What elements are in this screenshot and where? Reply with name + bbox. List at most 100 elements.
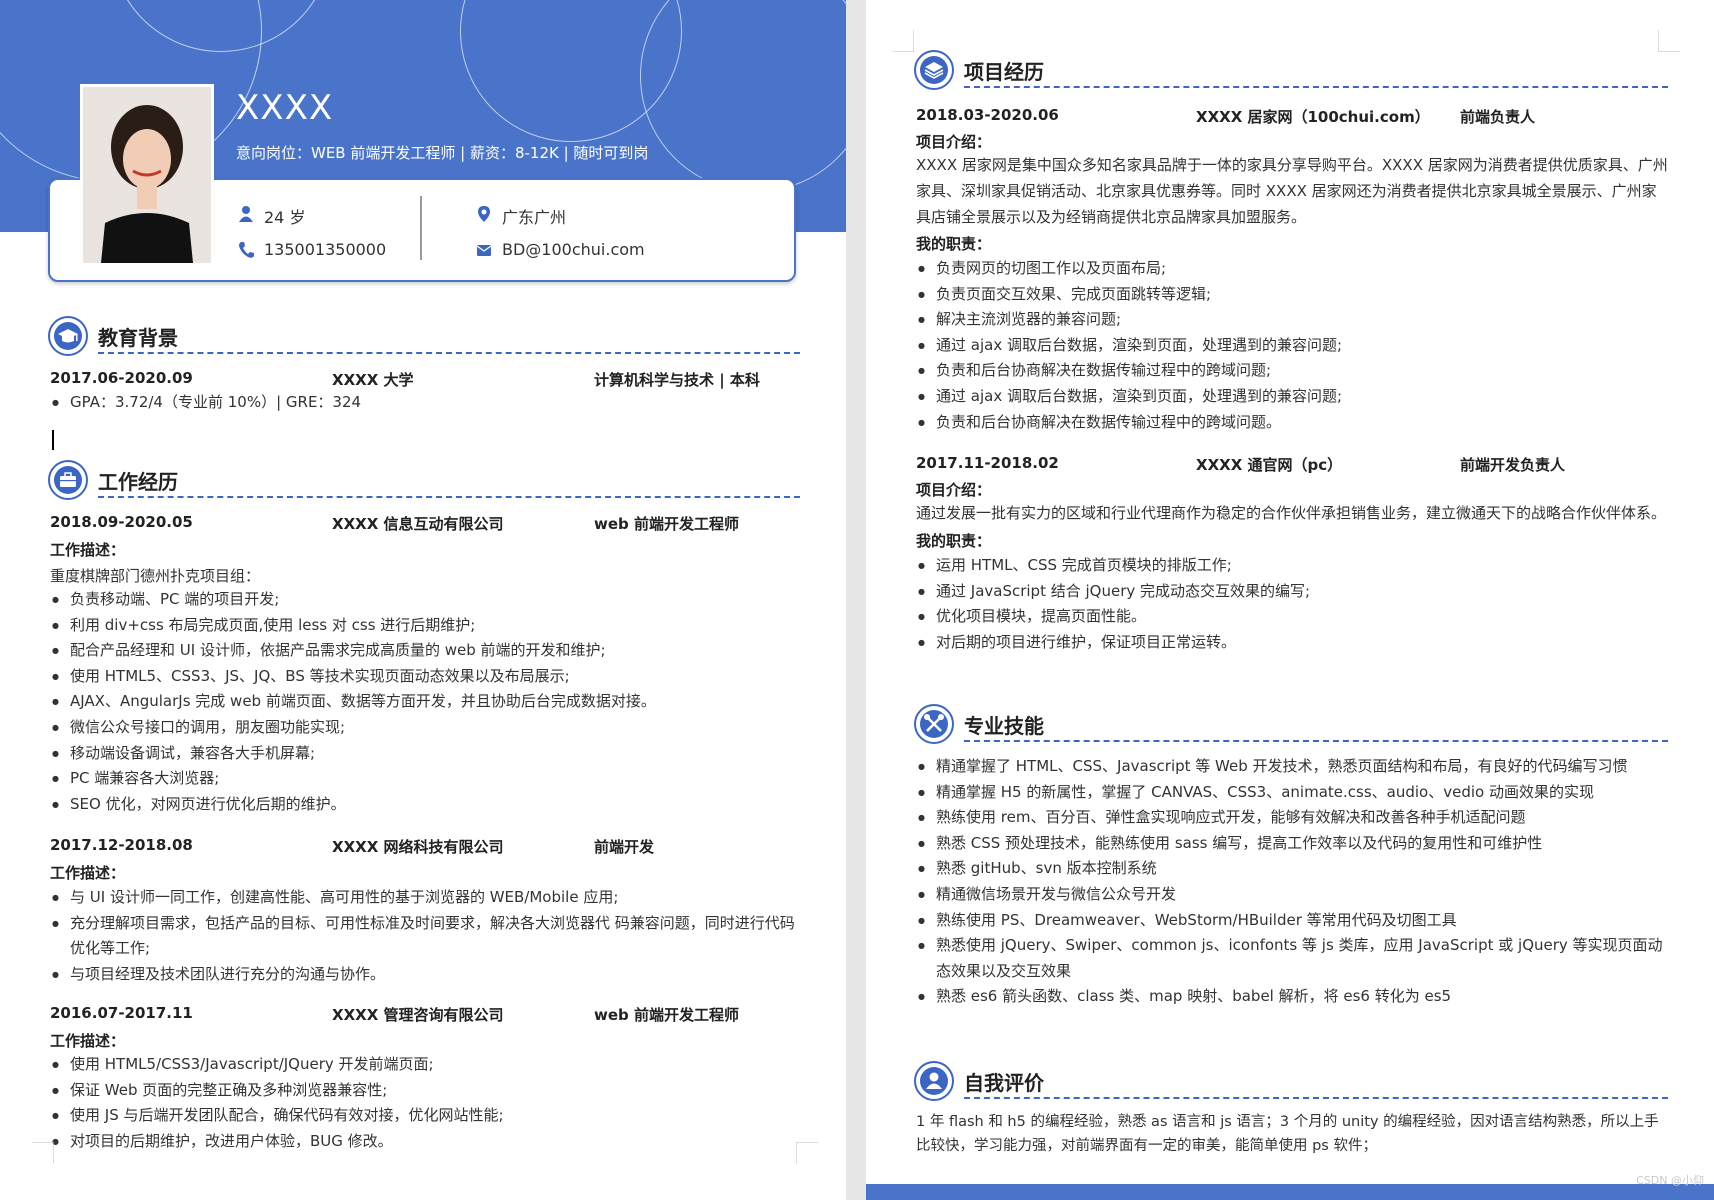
list-item: SEO 优化，对网页进行优化后期的维护。: [50, 792, 810, 818]
section-divider: [98, 352, 800, 354]
graduation-cap-icon: [48, 316, 88, 356]
job-desc-label: 工作描述：: [50, 864, 126, 882]
job-intro: 重度棋牌部门德州扑克项目组：: [50, 567, 261, 585]
edu-details: GPA：3.72/4（专业前 10%）| GRE：324: [50, 390, 800, 416]
layers-icon: [914, 50, 954, 90]
list-item: 负责和后台协商解决在数据传输过程中的跨域问题;: [916, 358, 1668, 384]
list-item: 精通掌握了 HTML、CSS、Javascript 等 Web 开发技术，熟悉页…: [916, 754, 1668, 780]
footer-bar: [866, 1184, 1714, 1200]
list-item: 微信公众号接口的调用，朋友圈功能实现;: [50, 715, 810, 741]
page-corner-mark: [32, 1142, 54, 1164]
profile-photo: [80, 84, 214, 266]
project-intro: 通过发展一批有实力的区域和行业代理商作为稳定的合作伙伴承担销售业务，建立微通天下…: [916, 504, 1667, 522]
email-text: BD@100chui.com: [502, 240, 645, 259]
briefcase-icon: [48, 460, 88, 500]
list-item: GPA：3.72/4（专业前 10%）| GRE：324: [50, 390, 800, 416]
project-name: XXXX 通官网（pc）: [1196, 456, 1343, 474]
page-corner-mark: [892, 30, 914, 52]
project-intro-label: 项目介绍：: [916, 481, 992, 499]
skills-title: 专业技能: [964, 714, 1044, 738]
job-duties: 使用 HTML5/CSS3/Javascript/JQuery 开发前端页面; …: [50, 1052, 810, 1154]
user-icon: [914, 1061, 954, 1101]
project-role: 前端负责人: [1460, 108, 1536, 126]
location-text: 广东广州: [502, 208, 567, 227]
job-duties: 与 UI 设计师一同工作，创建高性能、高可用性的基于浏览器的 WEB/Mobil…: [50, 885, 802, 987]
list-item: 优化项目模块，提高页面性能。: [916, 604, 1668, 630]
job-company: XXXX 信息互动有限公司: [332, 515, 504, 533]
list-item: 使用 HTML5、CSS3、JS、JQ、BS 等技术实现页面动态效果以及布局展示…: [50, 664, 810, 690]
candidate-name: XXXX: [236, 88, 334, 128]
job-duties: 负责移动端、PC 端的项目开发; 利用 div+css 布局完成页面,使用 le…: [50, 587, 810, 817]
education-title: 教育背景: [98, 326, 178, 350]
project-intro-label: 项目介绍：: [916, 133, 992, 151]
job-desc-label: 工作描述：: [50, 541, 126, 559]
section-divider: [964, 740, 1668, 742]
section-divider: [964, 86, 1668, 88]
project-date: 2018.03-2020.06: [916, 106, 1059, 124]
list-item: 配合产品经理和 UI 设计师，依据产品需求完成高质量的 web 前端的开发和维护…: [50, 638, 810, 664]
job-role: web 前端开发工程师: [594, 1006, 739, 1024]
watermark: CSDN @小仰: [1636, 1174, 1704, 1187]
list-item: 熟悉使用 jQuery、Swiper、common js、iconfonts 等…: [916, 933, 1668, 984]
age-info: 24 岁: [239, 204, 305, 228]
list-item: 熟悉 es6 箭头函数、class 类、map 映射、babel 解析，将 es…: [916, 984, 1668, 1010]
project-name: XXXX 居家网（100chui.com）: [1196, 108, 1430, 126]
list-item: 使用 JS 与后端开发团队配合，确保代码有效对接，优化网站性能;: [50, 1103, 810, 1129]
project-duties: 运用 HTML、CSS 完成首页模块的排版工作; 通过 JavaScript 结…: [916, 553, 1668, 655]
self-eval-title: 自我评价: [964, 1071, 1044, 1095]
job-date: 2016.07-2017.11: [50, 1004, 193, 1022]
list-item: 熟练使用 PS、Dreamweaver、WebStorm/HBuilder 等常…: [916, 908, 1668, 934]
section-divider: [98, 496, 800, 498]
email-info: BD@100chui.com: [476, 240, 645, 259]
list-item: 通过 ajax 调取后台数据，渲染到页面，处理遇到的兼容问题;: [916, 384, 1668, 410]
list-item: 解决主流浏览器的兼容问题;: [916, 307, 1668, 333]
job-desc-label: 工作描述：: [50, 1032, 126, 1050]
resume-page-1: XXXX 意向岗位：WEB 前端开发工程师 | 薪资：8-12K | 随时可到岗…: [0, 0, 846, 1200]
list-item: 移动端设备调试，兼容各大手机屏幕;: [50, 741, 810, 767]
phone-icon: [239, 242, 254, 258]
self-eval-section-header: 自我评价: [914, 1061, 1668, 1103]
list-item: 与项目经理及技术团队进行充分的沟通与协作。: [50, 962, 802, 988]
list-item: 充分理解项目需求，包括产品的目标、可用性标准及时间要求，解决各大浏览器代 码兼容…: [50, 911, 802, 962]
list-item: 保证 Web 页面的完整正确及多种浏览器兼容性;: [50, 1078, 810, 1104]
contact-divider: [420, 196, 422, 260]
list-item: 负责移动端、PC 端的项目开发;: [50, 587, 810, 613]
edu-school: XXXX 大学: [332, 371, 414, 389]
list-item: AJAX、AngularJs 完成 web 前端页面、数据等方面开发，并且协助后…: [50, 689, 810, 715]
list-item: 运用 HTML、CSS 完成首页模块的排版工作;: [916, 553, 1668, 579]
page-corner-mark: [796, 1142, 818, 1164]
page-corner-mark: [1658, 30, 1680, 52]
job-date: 2017.12-2018.08: [50, 836, 193, 854]
list-item: 精通微信场景开发与微信公众号开发: [916, 882, 1668, 908]
tools-icon: [914, 704, 954, 744]
project-intro: XXXX 居家网是集中国众多知名家具品牌于一体的家具分享导购平台。XXXX 居家…: [916, 156, 1668, 226]
person-icon: [239, 206, 253, 222]
list-item: 对项目的后期维护，改进用户体验，BUG 修改。: [50, 1129, 810, 1155]
mail-icon: [476, 245, 492, 256]
location-info: 广东广州: [478, 204, 567, 228]
list-item: 熟练使用 rem、百分百、弹性盒实现响应式开发，能够有效解决和改善各种手机适配问…: [916, 805, 1668, 831]
list-item: 负责网页的切图工作以及页面布局;: [916, 256, 1668, 282]
education-section-header: 教育背景: [48, 316, 800, 358]
list-item: 通过 ajax 调取后台数据，渲染到页面，处理遇到的兼容问题;: [916, 333, 1668, 359]
project-duties: 负责网页的切图工作以及页面布局; 负责页面交互效果、完成页面跳转等逻辑; 解决主…: [916, 256, 1668, 435]
work-title: 工作经历: [98, 470, 178, 494]
work-section-header: 工作经历: [48, 460, 800, 502]
skills-list: 精通掌握了 HTML、CSS、Javascript 等 Web 开发技术，熟悉页…: [916, 754, 1668, 1010]
projects-section-header: 项目经历: [914, 50, 1668, 92]
project-date: 2017.11-2018.02: [916, 454, 1059, 472]
list-item: PC 端兼容各大浏览器;: [50, 766, 810, 792]
list-item: 熟悉 gitHub、svn 版本控制系统: [916, 856, 1668, 882]
list-item: 通过 JavaScript 结合 jQuery 完成动态交互效果的编写;: [916, 579, 1668, 605]
skills-section-header: 专业技能: [914, 704, 1668, 746]
resume-page-2: 项目经历 2018.03-2020.06 XXXX 居家网（100chui.co…: [866, 0, 1714, 1200]
job-intent: 意向岗位：WEB 前端开发工程师 | 薪资：8-12K | 随时可到岗: [236, 144, 649, 162]
self-eval-text: 1 年 flash 和 h5 的编程经验，熟悉 as 语言和 js 语言；3 个…: [916, 1114, 1659, 1154]
map-pin-icon: [478, 206, 490, 222]
job-company: XXXX 管理咨询有限公司: [332, 1006, 504, 1024]
job-role: web 前端开发工程师: [594, 515, 739, 533]
list-item: 与 UI 设计师一同工作，创建高性能、高可用性的基于浏览器的 WEB/Mobil…: [50, 885, 802, 911]
list-item: 对后期的项目进行维护，保证项目正常运转。: [916, 630, 1668, 656]
decor-circle: [640, 0, 846, 192]
job-company: XXXX 网络科技有限公司: [332, 838, 504, 856]
